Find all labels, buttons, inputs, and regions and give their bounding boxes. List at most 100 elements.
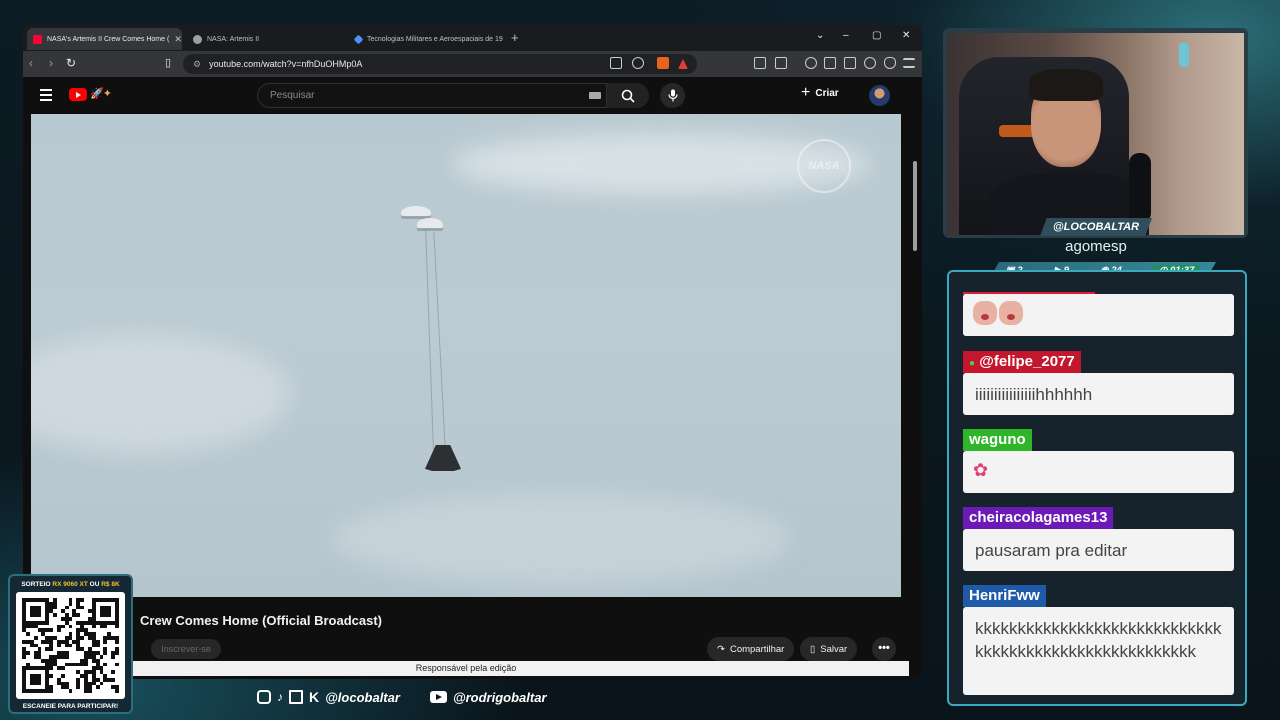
emote-icon: ✿ bbox=[973, 460, 989, 480]
save-label: Salvar bbox=[820, 643, 848, 655]
cast-icon[interactable] bbox=[610, 57, 622, 69]
scrollbar-thumb[interactable] bbox=[913, 161, 917, 251]
close-tab-icon[interactable]: ✕ bbox=[174, 34, 182, 45]
tab-title: NASA's Artemis II Crew Comes Home ( bbox=[47, 35, 170, 43]
tab-tecnologias[interactable]: Tecnologias Militares e Aeroespaciais de… bbox=[349, 28, 504, 50]
parachute bbox=[401, 206, 431, 219]
media-icon[interactable] bbox=[805, 57, 817, 69]
emote-icon bbox=[999, 301, 1023, 325]
close-window-icon[interactable]: ✕ bbox=[902, 30, 910, 41]
maximize-icon[interactable]: ▢ bbox=[872, 30, 881, 41]
giveaway-cta: ESCANEIE PARA PARTICIPAR! bbox=[22, 703, 119, 710]
save-bookmark-icon: ▯ bbox=[810, 643, 816, 655]
chat-message bbox=[963, 294, 1234, 336]
youtube-favicon-icon bbox=[33, 34, 42, 44]
nasa-watermark: NASA bbox=[797, 139, 851, 193]
share-arrow-icon: ↷ bbox=[717, 643, 725, 655]
youtube-logo-icon[interactable] bbox=[69, 88, 87, 101]
microphone bbox=[1129, 153, 1151, 223]
sidebar-icon[interactable] bbox=[824, 57, 836, 69]
tab-nasa[interactable]: NASA: Artemis II bbox=[187, 28, 342, 50]
scrollbar[interactable] bbox=[912, 117, 918, 677]
save-button[interactable]: ▯ Salvar bbox=[800, 637, 858, 661]
handle-locobaltar: @locobaltar bbox=[325, 689, 400, 705]
tab-title: NASA: Artemis II bbox=[207, 35, 260, 43]
minimize-icon[interactable]: – bbox=[843, 30, 849, 41]
reload-icon[interactable]: ↻ bbox=[66, 56, 76, 70]
tab-youtube[interactable]: NASA's Artemis II Crew Comes Home ( ✕ bbox=[27, 28, 182, 50]
stream-subtitle: agomesp bbox=[1065, 238, 1127, 255]
rewards-icon[interactable] bbox=[678, 59, 688, 69]
youtube-page: 🚀✦ Pesquisar + Criar NASA Crew Comes Hom… bbox=[23, 77, 922, 679]
create-button[interactable]: + Criar bbox=[801, 84, 839, 101]
webcam-feed bbox=[947, 33, 1244, 235]
chat-username: ● @felipe_2077 bbox=[963, 351, 1081, 373]
plus-icon: + bbox=[801, 84, 811, 101]
chat-message: pausaram pra editar bbox=[963, 529, 1234, 571]
keyboard-icon[interactable] bbox=[589, 92, 601, 99]
qr-module bbox=[115, 689, 119, 693]
chat-username: HenriFww bbox=[963, 585, 1046, 607]
search-input[interactable]: Pesquisar bbox=[257, 83, 607, 108]
chat-message: ✿ bbox=[963, 451, 1234, 493]
site-info-icon[interactable]: ⚙ bbox=[193, 59, 201, 70]
share-label: Compartilhar bbox=[729, 643, 785, 655]
handle-rodrigobaltar: @rodrigobaltar bbox=[452, 689, 547, 705]
chat-message: iiiiiiiiiiiiiiiihhhhhh bbox=[963, 373, 1234, 415]
back-icon[interactable]: ‹ bbox=[29, 56, 33, 70]
bookmark-icon[interactable]: ▯ bbox=[165, 56, 171, 69]
video-player[interactable]: NASA bbox=[31, 114, 901, 597]
brave-shield-icon[interactable] bbox=[657, 57, 669, 69]
streamer-hair bbox=[1029, 69, 1103, 101]
parachute bbox=[417, 218, 443, 231]
menu-icon[interactable] bbox=[903, 58, 915, 68]
twitch-icon bbox=[289, 690, 303, 704]
parachute-line bbox=[433, 232, 446, 447]
badge-icon: ● bbox=[969, 358, 976, 369]
create-label: Criar bbox=[815, 87, 839, 99]
youtube-header: 🚀✦ Pesquisar + Criar bbox=[23, 77, 913, 114]
share-button[interactable]: ↷ Compartilhar bbox=[707, 637, 795, 661]
nasa-favicon-icon bbox=[193, 34, 202, 44]
parachute-line bbox=[425, 229, 434, 449]
streamer-tag: @LOCOBALTAR bbox=[1040, 218, 1152, 236]
microphone-icon bbox=[667, 89, 678, 102]
youtube-doodle-icon[interactable]: 🚀✦ bbox=[90, 87, 112, 100]
search-button[interactable] bbox=[607, 83, 649, 108]
emote-icon bbox=[973, 301, 997, 325]
lamp bbox=[1179, 43, 1189, 67]
new-tab-button[interactable]: + bbox=[511, 30, 519, 45]
leo-ai-icon[interactable] bbox=[864, 57, 876, 69]
account-avatar[interactable] bbox=[869, 85, 890, 106]
url-text: youtube.com/watch?v=nfhDuOHMp0A bbox=[209, 59, 363, 69]
video-title: Crew Comes Home (Official Broadcast) bbox=[140, 613, 383, 628]
tiktok-icon: ♪ bbox=[277, 690, 283, 704]
chat-message: kkkkkkkkkkkkkkkkkkkkkkkkkkkkkkkkkkkkkkkk… bbox=[963, 607, 1234, 695]
tab-search-icon[interactable]: ⌄ bbox=[816, 30, 824, 41]
voice-search-button[interactable] bbox=[660, 83, 685, 108]
more-actions-button[interactable]: ••• bbox=[872, 637, 896, 661]
chat-overlay: ● @felipe_2077 iiiiiiiiiiiiiiiihhhhhh wa… bbox=[947, 270, 1247, 706]
instagram-icon bbox=[257, 690, 271, 704]
chat-username: cheiracolagames13 bbox=[963, 507, 1114, 529]
qr-pattern bbox=[22, 598, 119, 693]
browser-window: NASA's Artemis II Crew Comes Home ( ✕ NA… bbox=[23, 25, 922, 679]
giveaway-title: SORTEIO RX 9060 XT OU R$ 8K bbox=[21, 581, 120, 588]
forward-icon[interactable]: › bbox=[49, 56, 53, 70]
chat-username: waguno bbox=[963, 429, 1032, 451]
tooltip: Responsável pela edição bbox=[23, 661, 909, 676]
cloud bbox=[31, 334, 291, 454]
tab-title: Tecnologias Militares e Aeroespaciais de… bbox=[367, 35, 503, 43]
subscribe-button[interactable]: Inscrever-se bbox=[151, 639, 221, 659]
share-icon[interactable] bbox=[632, 57, 644, 69]
qr-code[interactable] bbox=[16, 592, 125, 699]
hamburger-menu-icon[interactable] bbox=[40, 89, 52, 104]
extensions-icon[interactable] bbox=[754, 57, 766, 69]
wallet-icon[interactable] bbox=[844, 57, 856, 69]
kick-icon: K bbox=[309, 689, 320, 705]
screenshot-icon[interactable] bbox=[775, 57, 787, 69]
tab-strip: NASA's Artemis II Crew Comes Home ( ✕ NA… bbox=[23, 25, 922, 51]
search-icon bbox=[621, 89, 635, 103]
browser-toolbar: ‹ › ↻ ▯ ⚙ youtube.com/watch?v=nfhDuOHMp0… bbox=[23, 51, 922, 77]
vpn-icon[interactable] bbox=[884, 57, 896, 69]
